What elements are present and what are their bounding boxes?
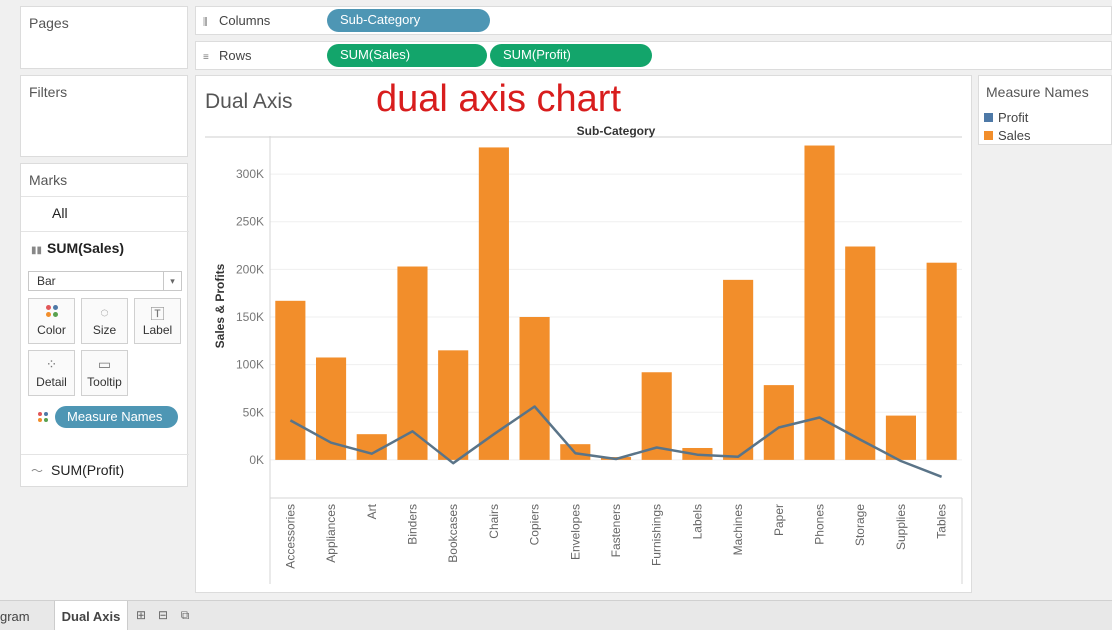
mark-type-dropdown[interactable]: Bar ▾ [28,271,182,291]
marks-card: Marks All ▮▮ SUM(Sales) Bar ▾ Color ◌ Siz… [20,163,189,488]
detail-button-label: Detail [36,375,67,389]
sales-bar [926,262,957,460]
text-label-icon: 🅃 [150,306,165,322]
profit-line [289,405,943,478]
measure-names-pill[interactable]: Measure Names [55,406,178,428]
bar-mark-icon: ▮▮ [31,245,43,256]
marks-profit-label: SUM(Profit) [51,462,125,478]
legend-swatch-sales [984,131,993,140]
y-tick-label: 50K [243,405,264,419]
legend-swatch-profit [984,113,993,122]
columns-shelf-label: ⫼ Columns [203,13,270,28]
x-category-label: Chairs [487,504,501,539]
sheet-tab-bar: gram Dual Axis ⊞ ⊟ ⧉ [0,600,1112,630]
x-category-label: Paper [772,504,786,536]
legend-label-profit: Profit [998,110,1029,125]
speech-bubble-icon: ▭ [97,356,112,372]
y-tick-label: 150K [236,310,264,324]
columns-icon: ⫼ [203,17,208,28]
rows-shelf-label: ≡ Rows [203,48,252,63]
pages-shelf[interactable]: Pages [20,6,188,69]
x-category-label: Phones [813,504,827,545]
size-button-label: Size [92,323,117,337]
y-tick-label: 200K [236,262,264,276]
detail-dots-icon: ⁘ [45,356,58,372]
rows-label-text: Rows [219,48,252,63]
filters-title: Filters [29,84,68,100]
tab-previous-sheet[interactable]: gram [0,601,52,630]
sales-bar [804,145,835,460]
x-category-label: Machines [731,504,745,555]
sales-bar [275,300,306,460]
y-tick-label: 300K [236,167,264,181]
y-axis-title: Sales & Profits [213,263,227,348]
x-category-label: Furnishings [650,504,664,566]
sub-category-pill[interactable]: Sub-Category [327,9,490,32]
columns-shelf[interactable]: ⫼ Columns Sub-Category [195,6,1112,35]
detail-button[interactable]: ⁘ Detail [28,350,75,396]
tooltip-button-label: Tooltip [87,375,122,389]
tab-dual-axis[interactable]: Dual Axis [54,601,128,630]
legend-title: Measure Names [986,84,1089,100]
x-category-label: Supplies [894,504,908,550]
color-button[interactable]: Color [28,298,75,344]
filters-shelf[interactable]: Filters [20,75,188,157]
sum-sales-pill[interactable]: SUM(Sales) [327,44,487,67]
mark-type-value: Bar [37,274,56,288]
rows-icon: ≡ [203,52,209,63]
x-category-label: Binders [405,504,419,545]
y-tick-label: 100K [236,358,264,372]
sales-bar [438,350,469,460]
pages-title: Pages [29,15,69,31]
legend: Measure Names Profit Sales [978,75,1112,145]
tooltip-button[interactable]: ▭ Tooltip [81,350,128,396]
x-category-label: Labels [690,504,704,539]
rows-shelf[interactable]: ≡ Rows SUM(Sales) SUM(Profit) [195,41,1112,70]
x-category-label: Envelopes [568,504,582,560]
sales-bar [723,279,754,460]
new-worksheet-icon[interactable]: ⊞ [133,608,149,624]
x-category-label: Fasteners [609,504,623,557]
y-tick-label: 0K [249,453,264,467]
size-button[interactable]: ◌ Size [81,298,128,344]
x-category-label: Tables [935,504,949,539]
legend-label-sales: Sales [998,128,1031,143]
new-story-icon[interactable]: ⧉ [177,608,193,624]
line-mark-icon: 〜 [31,464,44,478]
new-dashboard-icon[interactable]: ⊟ [155,608,171,624]
marks-profit-tab[interactable]: 〜 SUM(Profit) [21,454,189,488]
tableau-workspace: Pages Filters Marks All ▮▮ SUM(Sales) Bar… [0,0,1112,630]
sales-bar [519,317,550,460]
label-button-label: Label [142,323,173,337]
sales-bar [478,147,509,460]
color-encoding-icon [38,412,48,422]
y-tick-label: 250K [236,215,264,229]
x-category-label: Appliances [324,504,338,563]
sales-bar [763,385,794,460]
sales-bar [845,246,876,460]
x-category-label: Copiers [528,504,542,545]
marks-sales-label: SUM(Sales) [47,240,125,256]
column-header-label: Sub-Category [577,124,656,138]
legend-item-sales[interactable]: Sales [984,128,1031,143]
marks-all-tab[interactable]: All [21,196,189,231]
chevron-down-icon: ▾ [163,272,181,290]
columns-label-text: Columns [219,13,271,28]
sales-bar [885,415,917,460]
x-category-label: Storage [853,504,867,546]
dual-axis-chart[interactable]: Sub-Category 0K 50K 100K 150K 200K 250K 300K Sal… [196,76,971,592]
color-button-label: Color [37,323,66,337]
size-icon: ◌ [100,304,109,320]
label-button[interactable]: 🅃 Label [134,298,181,344]
x-category-label: Accessories [283,504,297,569]
legend-item-profit[interactable]: Profit [984,110,1028,125]
x-category-label: Art [365,503,379,519]
marks-title: Marks [29,172,68,188]
sum-profit-pill[interactable]: SUM(Profit) [490,44,652,67]
marks-sales-tab[interactable]: ▮▮ SUM(Sales) [21,231,189,265]
color-dots-icon [29,299,74,323]
chart-view: Dual Axis dual axis chart Sub-Category 0K… [195,75,972,593]
x-category-label: Bookcases [446,504,460,563]
